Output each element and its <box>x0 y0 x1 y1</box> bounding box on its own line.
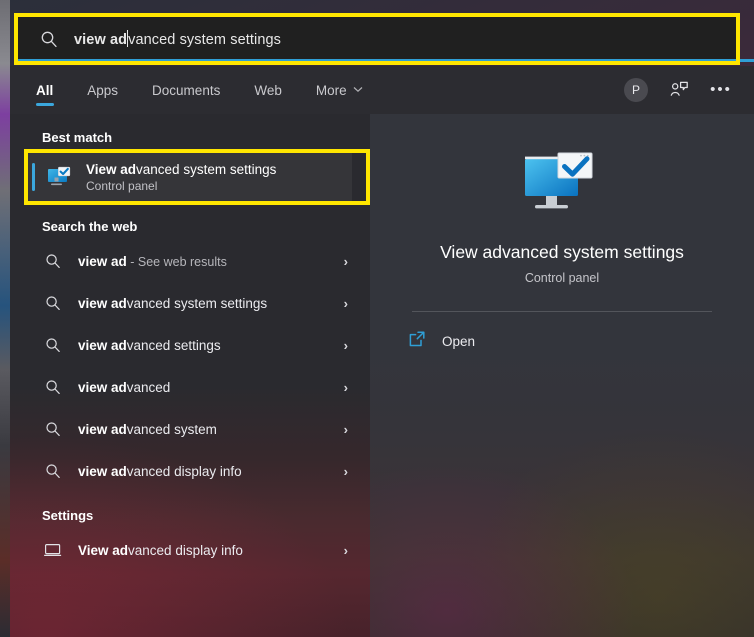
list-item[interactable]: view advanced system › <box>30 408 358 450</box>
list-item-rest: vanced system <box>127 422 217 437</box>
avatar-initial: P <box>632 83 640 97</box>
search-accent-underline <box>18 59 754 62</box>
monitor-check-large-icon <box>519 150 605 224</box>
chevron-right-icon: › <box>344 254 348 269</box>
monitor-check-icon <box>46 164 72 190</box>
preview-subtitle: Control panel <box>525 271 599 285</box>
preview-divider <box>412 311 712 312</box>
list-item[interactable]: view advanced display info › <box>30 450 358 492</box>
list-item-label: View advanced display info <box>78 543 243 558</box>
list-item[interactable]: View advanced display info › <box>30 529 358 571</box>
search-icon <box>42 463 64 479</box>
search-icon <box>42 337 64 353</box>
section-heading-settings: Settings <box>42 508 370 523</box>
best-match-title-bold: View ad <box>86 162 136 177</box>
search-icon <box>42 253 64 269</box>
tab-more[interactable]: More <box>312 66 367 114</box>
more-options-icon[interactable]: ••• <box>710 79 732 101</box>
list-item[interactable]: view advanced system settings › <box>30 282 358 324</box>
list-item-bold: View ad <box>78 543 128 558</box>
search-typed-text: view ad <box>74 32 127 48</box>
preview-action-open[interactable]: Open <box>408 330 754 353</box>
chevron-right-icon: › <box>344 338 348 353</box>
tab-apps-label: Apps <box>87 83 118 98</box>
chevron-right-icon: › <box>344 296 348 311</box>
tabbar-actions: P ••• <box>624 78 732 102</box>
search-icon <box>42 295 64 311</box>
preview-content: View advanced system settings Control pa… <box>370 114 754 312</box>
windows-search-screen: view advanced system settings All Apps D… <box>0 0 754 637</box>
list-item-label: view advanced system <box>78 422 217 437</box>
flyout-body: Best match <box>10 114 754 637</box>
section-heading-search-the-web: Search the web <box>42 219 370 234</box>
tab-all-label: All <box>36 83 53 98</box>
list-item[interactable]: view advanced › <box>30 366 358 408</box>
more-options-dots: ••• <box>710 86 732 94</box>
best-match-title-rest: vanced system settings <box>136 162 276 177</box>
list-item-bold: view ad <box>78 338 127 353</box>
filter-tabbar: All Apps Documents Web More <box>10 66 754 114</box>
tab-apps[interactable]: Apps <box>83 66 122 114</box>
tab-web[interactable]: Web <box>250 66 286 114</box>
chevron-right-icon: › <box>344 380 348 395</box>
best-match-text: View advanced system settings Control pa… <box>86 162 276 193</box>
search-input[interactable]: view advanced system settings <box>18 17 736 61</box>
list-item-label: view ad - See web results <box>78 254 227 269</box>
best-match-wrap: View advanced system settings Control pa… <box>10 151 370 203</box>
list-item-rest: vanced system settings <box>127 296 267 311</box>
preview-pane: View advanced system settings Control pa… <box>370 114 754 637</box>
list-item-label: view advanced <box>78 380 170 395</box>
list-item-bold: view ad <box>78 380 127 395</box>
list-item-rest: vanced settings <box>127 338 221 353</box>
tab-web-label: Web <box>254 83 282 98</box>
monitor-icon <box>42 542 64 558</box>
search-icon <box>40 30 58 48</box>
search-icon <box>42 379 64 395</box>
list-item-label: view advanced system settings <box>78 296 267 311</box>
list-item-suffix: - See web results <box>127 255 227 269</box>
preview-action-label: Open <box>442 334 475 349</box>
search-icon <box>42 421 64 437</box>
best-match-subtitle: Control panel <box>86 179 276 193</box>
selection-accent-bar <box>32 163 35 191</box>
best-match-title: View advanced system settings <box>86 162 276 177</box>
list-item-label: view advanced settings <box>78 338 221 353</box>
list-item-bold: view ad <box>78 422 127 437</box>
tab-all[interactable]: All <box>32 66 57 114</box>
tab-list: All Apps Documents Web More <box>32 66 367 114</box>
list-item[interactable]: view ad - See web results › <box>30 240 358 282</box>
section-heading-best-match: Best match <box>42 130 370 145</box>
feedback-person-icon[interactable] <box>668 79 690 101</box>
tab-documents[interactable]: Documents <box>148 66 224 114</box>
list-item-bold: view ad <box>78 254 127 269</box>
chevron-right-icon: › <box>344 422 348 437</box>
avatar[interactable]: P <box>624 78 648 102</box>
preview-title: View advanced system settings <box>440 242 684 263</box>
search-suggestion-text: vanced system settings <box>128 32 281 48</box>
results-column: Best match <box>10 114 370 637</box>
best-match-item[interactable]: View advanced system settings Control pa… <box>28 151 352 203</box>
tab-documents-label: Documents <box>152 83 220 98</box>
search-flyout: All Apps Documents Web More <box>10 66 754 637</box>
chevron-right-icon: › <box>344 543 348 558</box>
list-item-rest: vanced <box>127 380 171 395</box>
list-item-bold: view ad <box>78 464 127 479</box>
tab-more-label: More <box>316 83 347 98</box>
list-item-label: view advanced display info <box>78 464 242 479</box>
list-item[interactable]: view advanced settings › <box>30 324 358 366</box>
desktop-left-strip <box>0 0 10 637</box>
list-item-rest: vanced display info <box>128 543 243 558</box>
chevron-down-icon <box>353 85 363 96</box>
list-item-bold: view ad <box>78 296 127 311</box>
open-external-icon <box>408 330 426 353</box>
chevron-right-icon: › <box>344 464 348 479</box>
list-item-rest: vanced display info <box>127 464 242 479</box>
search-text: view advanced system settings <box>74 30 281 48</box>
